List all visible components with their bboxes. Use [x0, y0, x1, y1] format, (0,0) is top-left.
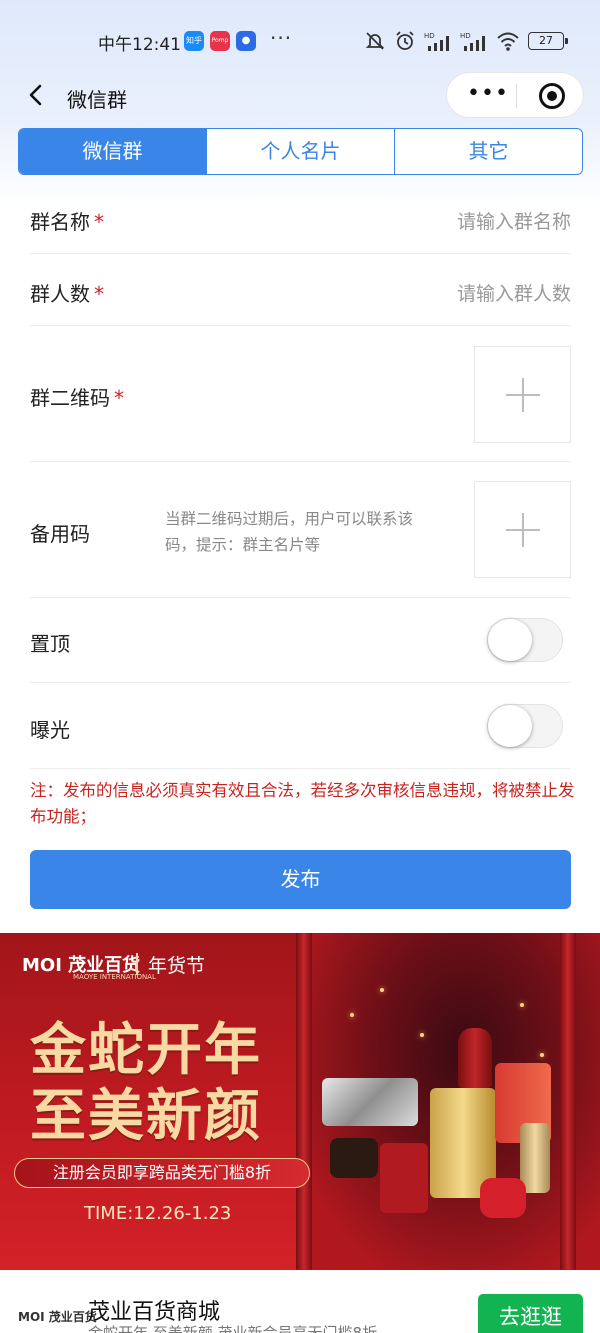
- status-time: 中午12:41: [98, 35, 181, 55]
- backup-code-hint: 当群二维码过期后，用户可以联系该码，提示：群主名片等: [165, 510, 414, 554]
- skincare-jar-image: [480, 1178, 526, 1218]
- sparkle: [350, 1013, 354, 1017]
- battery-icon: 27: [528, 32, 568, 50]
- group-size-input[interactable]: 请输入群人数: [457, 279, 571, 306]
- group-name-row: 群名称 * 请输入群名称: [30, 182, 571, 254]
- banner-festival: 年货节: [148, 955, 206, 977]
- go-shopping-button[interactable]: 去逛逛: [478, 1294, 583, 1333]
- pomp-app-icon: Pomp: [210, 31, 230, 51]
- page-title: 微信群: [67, 88, 127, 112]
- pin-top-toggle[interactable]: [487, 618, 563, 662]
- banner-headline-2: 至美新颜: [30, 1083, 262, 1149]
- close-target-icon[interactable]: [539, 83, 565, 109]
- exposure-label: 曝光: [30, 718, 70, 742]
- serum-bottle-image: [520, 1123, 550, 1193]
- cream-jar-image: [330, 1138, 378, 1178]
- backup-code-label: 备用码: [30, 522, 90, 546]
- banner-pillar: [560, 933, 576, 1270]
- pin-top-label: 置顶: [30, 632, 70, 656]
- browser-app-icon: ●: [236, 31, 256, 51]
- banner-pillar: [296, 933, 312, 1270]
- perfume-bottle-image: [458, 1028, 492, 1088]
- exposure-row: 曝光: [30, 683, 571, 769]
- publish-button[interactable]: 发布: [30, 850, 571, 909]
- group-qr-row: 群二维码 *: [30, 326, 571, 462]
- status-overflow: ···: [270, 26, 293, 50]
- backup-code-upload-button[interactable]: [474, 481, 571, 578]
- sparkle: [420, 1033, 424, 1037]
- more-options-button[interactable]: •••: [467, 81, 509, 106]
- zhihu-app-icon: 知乎: [184, 31, 204, 51]
- ad-description: 金蛇开年 至美新颜 茂业新会员享无门槛8折: [88, 1324, 378, 1333]
- signal-hd-2-icon: HD: [460, 32, 485, 51]
- required-mark: *: [114, 386, 124, 410]
- alarm-icon: [396, 31, 414, 50]
- sparkle: [520, 1003, 524, 1007]
- ad-logo: MOI 茂业百货: [18, 1310, 97, 1324]
- wifi-icon: [497, 32, 519, 51]
- sparkle: [380, 988, 384, 992]
- required-mark: *: [94, 210, 104, 234]
- banner-divider: [136, 953, 138, 975]
- tab-other[interactable]: 其它: [394, 129, 582, 174]
- navigation-bar: 微信群 •••: [0, 70, 600, 124]
- group-qr-label: 群二维码 *: [30, 386, 124, 410]
- backup-code-row: 备用码 当群二维码过期后，用户可以联系该码，提示：群主名片等: [30, 462, 571, 598]
- pin-top-row: 置顶: [30, 598, 571, 683]
- tab-wechat-group[interactable]: 微信群: [19, 129, 206, 174]
- compliance-notice: 注：发布的信息必须真实有效且合法，若经多次审核信息违规，将被禁止发布功能；: [30, 781, 575, 826]
- tab-personal-card[interactable]: 个人名片: [206, 129, 394, 174]
- capsule-divider: [516, 84, 517, 108]
- group-size-row: 群人数 * 请输入群人数: [30, 254, 571, 326]
- mini-program-capsule: •••: [446, 72, 584, 118]
- mute-bell-icon: [365, 32, 385, 50]
- required-mark: *: [94, 282, 104, 306]
- svg-text:HD: HD: [460, 32, 471, 40]
- signal-hd-icon: HD: [424, 32, 449, 51]
- banner-promo-pill: 注册会员即享跨品类无门槛8折: [14, 1158, 310, 1188]
- back-arrow-icon[interactable]: [22, 80, 52, 110]
- banner-brand-sub: MAOYE INTERNATIONAL: [73, 973, 156, 981]
- group-name-label: 群名称 *: [30, 210, 104, 234]
- sparkle: [540, 1053, 544, 1057]
- ad-card[interactable]: MOI 茂业百货 茂业百货商城 金蛇开年 至美新颜 茂业新会员享无门槛8折 去逛…: [0, 1270, 600, 1333]
- category-tabs: 微信群 个人名片 其它: [18, 128, 583, 175]
- banner-time: TIME:12.26-1.23: [84, 1203, 232, 1224]
- gift-bag-image: [380, 1143, 428, 1213]
- toggle-knob: [488, 619, 532, 661]
- promo-banner[interactable]: MOI 茂业百货 MAOYE INTERNATIONAL 年货节 金蛇开年 至美…: [0, 933, 600, 1270]
- group-name-input[interactable]: 请输入群名称: [457, 207, 571, 234]
- silver-bag-image: [322, 1078, 418, 1126]
- svg-text:HD: HD: [424, 32, 435, 40]
- status-bar: 中午12:41 知乎 Pomp ● ··· HD HD 27: [0, 0, 600, 70]
- group-qr-upload-button[interactable]: [474, 346, 571, 443]
- toggle-knob: [488, 705, 532, 747]
- group-size-label: 群人数 *: [30, 282, 104, 306]
- exposure-toggle[interactable]: [487, 704, 563, 748]
